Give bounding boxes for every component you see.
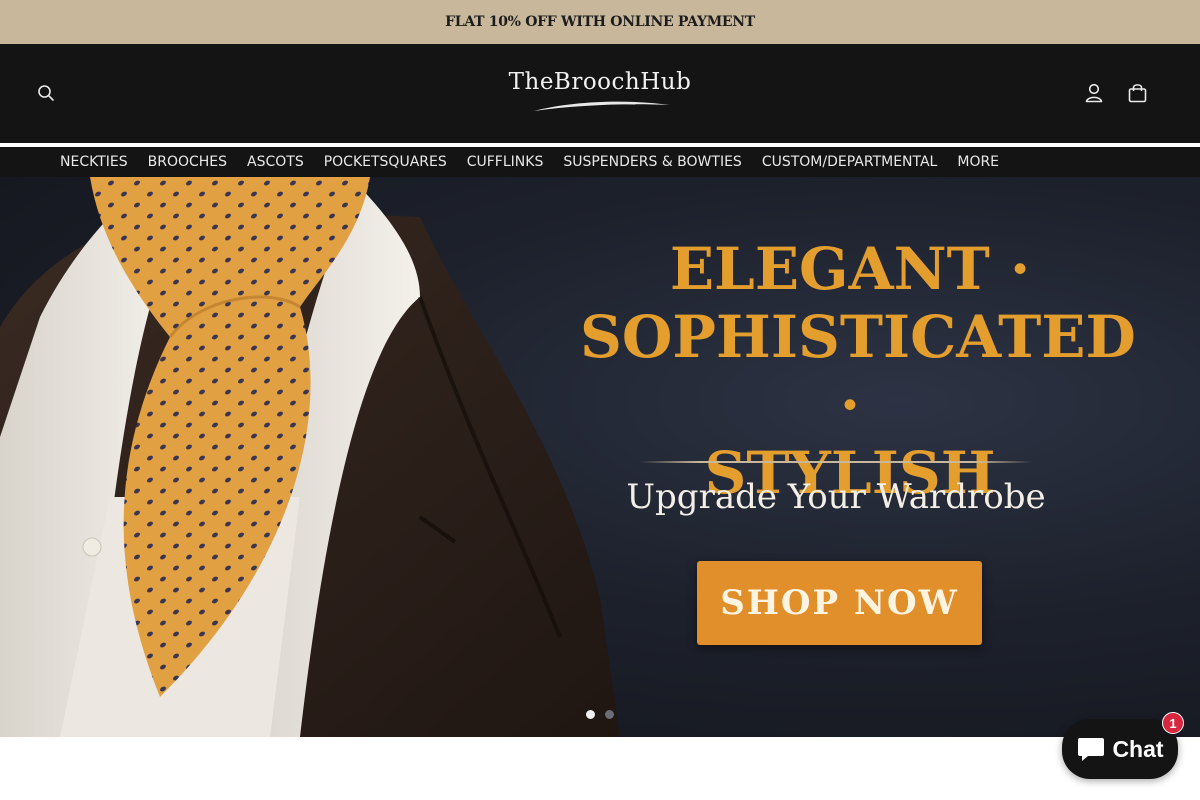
nav-item-cufflinks[interactable]: CUFFLINKS [457, 154, 554, 170]
cart-button[interactable] [1127, 82, 1148, 104]
nav-item-custom-departmental[interactable]: CUSTOM/DEPARTMENTAL [752, 154, 948, 170]
chat-notification-badge: 1 [1162, 712, 1184, 734]
nav-item-pocketsquares[interactable]: POCKETSQUARES [314, 154, 457, 170]
hero-divider [640, 461, 1032, 463]
hero-title-line-1: ELEGANT · [669, 235, 1031, 303]
site-header: TheBroochHub [0, 44, 1200, 143]
nav-item-ascots[interactable]: ASCOTS [237, 154, 314, 170]
hero-banner[interactable]: ELEGANT · SOPHISTICATED · STYLISH Upgrad… [0, 177, 1200, 737]
nav-item-brooches[interactable]: BROOCHES [138, 154, 237, 170]
slider-dots [584, 710, 618, 720]
main-navigation: NECKTIES BROOCHES ASCOTS POCKETSQUARES C… [0, 147, 1200, 177]
hero-title: ELEGANT · SOPHISTICATED · STYLISH [580, 235, 1136, 507]
logo-text: TheBroochHub [508, 69, 692, 95]
nav-item-neckties[interactable]: NECKTIES [50, 154, 138, 170]
user-icon [1085, 83, 1103, 103]
chat-button[interactable]: Chat [1062, 719, 1178, 779]
shopping-bag-icon [1128, 84, 1147, 103]
slide-dot-1[interactable] [586, 710, 595, 719]
shop-now-label: SHOP NOW [720, 583, 959, 623]
nav-item-more[interactable]: MORE [947, 154, 1009, 170]
search-icon [38, 85, 54, 101]
shop-now-button[interactable]: SHOP NOW [697, 561, 982, 645]
chat-bubble-icon [1078, 738, 1105, 761]
site-logo[interactable]: TheBroochHub [470, 68, 730, 118]
account-button[interactable] [1084, 82, 1104, 104]
hero-subtitle: Upgrade Your Wardrobe [626, 477, 1046, 517]
announcement-bar: FLAT 10% OFF WITH ONLINE PAYMENT [0, 0, 1200, 44]
announcement-text: FLAT 10% OFF WITH ONLINE PAYMENT [445, 14, 755, 30]
hero-title-line-2: SOPHISTICATED · [580, 303, 1136, 439]
search-button[interactable] [36, 83, 56, 103]
nav-item-suspenders-bowties[interactable]: SUSPENDERS & BOWTIES [553, 154, 751, 170]
chat-label: Chat [1112, 735, 1164, 762]
slide-dot-2[interactable] [605, 710, 614, 719]
logo-swoosh-icon [534, 101, 670, 111]
